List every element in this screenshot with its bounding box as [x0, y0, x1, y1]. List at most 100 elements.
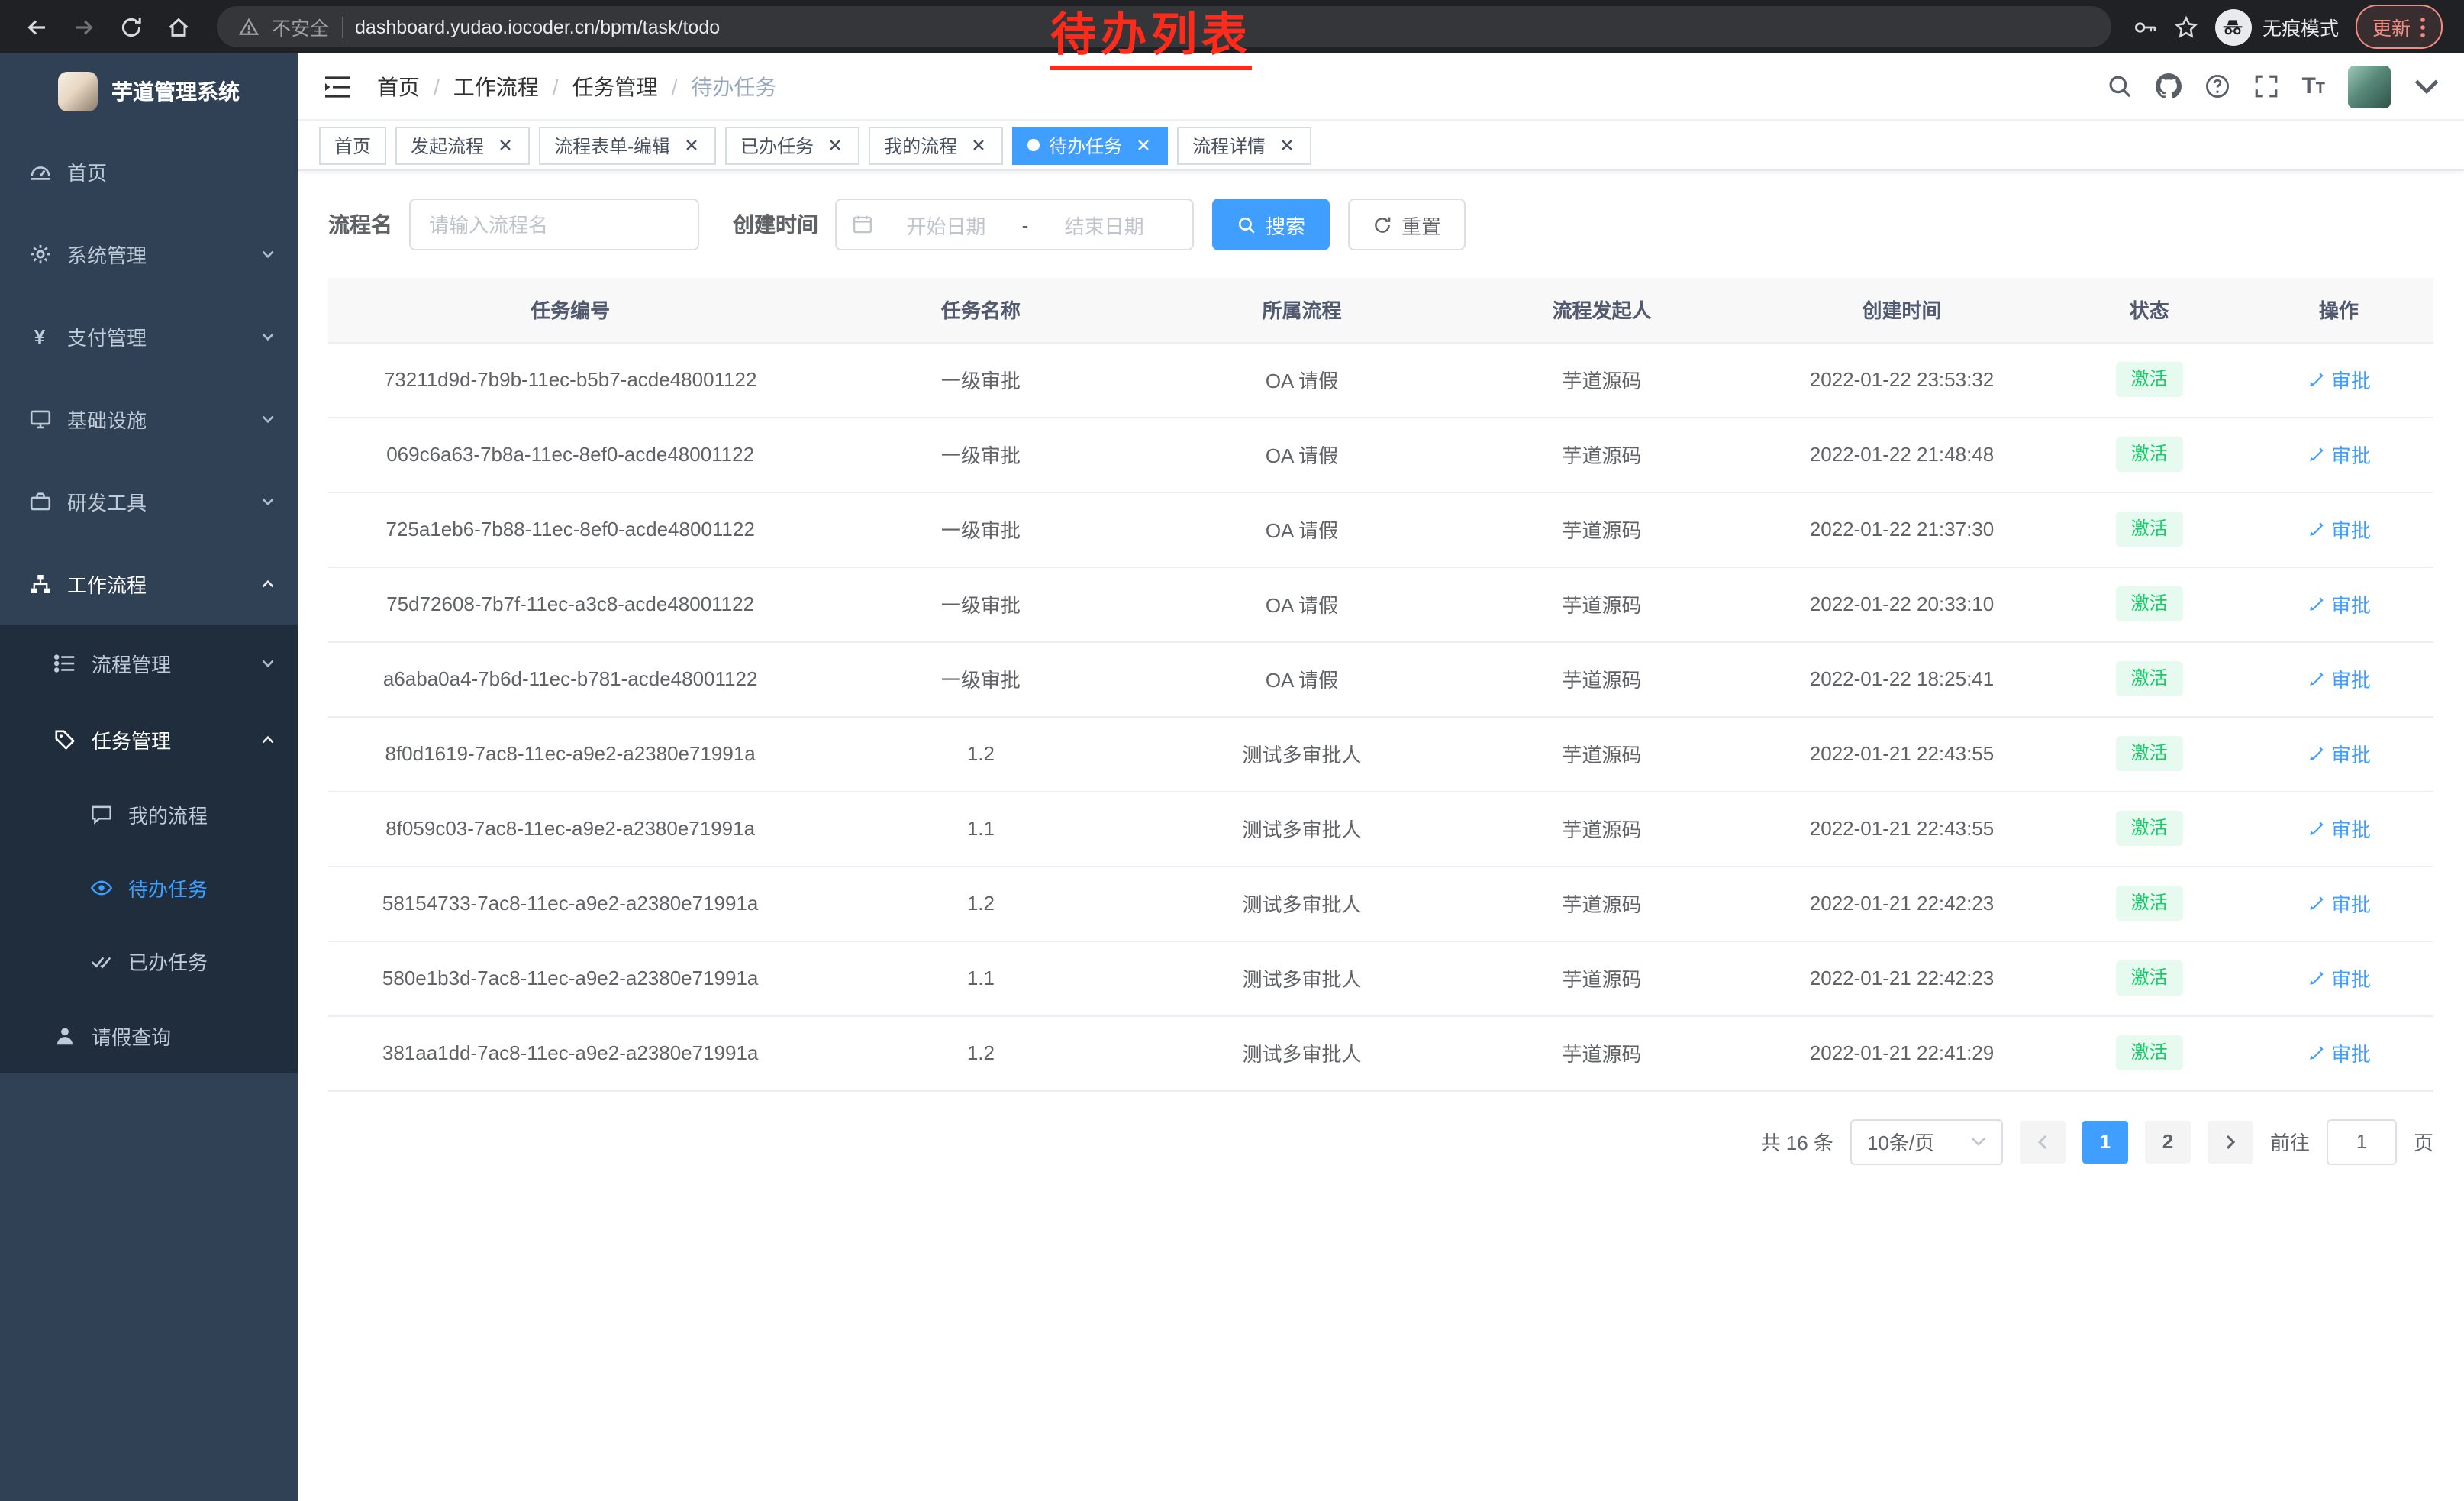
sidebar-item-label: 基础设施: [67, 404, 244, 433]
task-name-cell: 1.2: [812, 716, 1149, 791]
process-name-input[interactable]: [409, 199, 699, 250]
sidebar-item-system[interactable]: 系统管理: [0, 212, 298, 295]
edit-pencil-icon: [2307, 520, 2325, 538]
back-icon[interactable]: [15, 6, 56, 47]
process-cell: OA 请假: [1150, 567, 1455, 641]
sidebar-item-todo-task[interactable]: 待办任务: [0, 851, 298, 924]
approve-link[interactable]: 审批: [2307, 814, 2371, 843]
status-badge: 激活: [2116, 512, 2183, 547]
close-icon[interactable]: [681, 135, 701, 155]
tab-my-process[interactable]: 我的流程: [869, 126, 1003, 164]
sidebar-item-task-mgmt[interactable]: 任务管理: [0, 701, 298, 777]
approve-label: 审批: [2331, 814, 2371, 843]
logo[interactable]: 芋道管理系统: [0, 53, 298, 130]
screen: 不安全 dashboard.yudao.iocoder.cn/bpm/task/…: [0, 0, 2464, 1501]
approve-link[interactable]: 审批: [2307, 440, 2371, 469]
next-page-button[interactable]: [2208, 1120, 2253, 1163]
menu-dots-icon[interactable]: [2420, 16, 2426, 37]
bookmark-star-icon[interactable]: [2174, 15, 2198, 39]
close-icon[interactable]: [1133, 135, 1153, 155]
approve-link[interactable]: 审批: [2307, 515, 2371, 544]
approve-link[interactable]: 审批: [2307, 889, 2371, 918]
breadcrumb-separator: /: [672, 74, 678, 98]
approve-link[interactable]: 审批: [2307, 664, 2371, 693]
sidebar-collapse-icon[interactable]: [322, 71, 353, 102]
close-icon[interactable]: [824, 135, 844, 155]
sidebar: 芋道管理系统 首页 系统管理 ¥ 支付管理: [0, 53, 298, 1501]
close-icon[interactable]: [1276, 135, 1296, 155]
sidebar-item-workflow[interactable]: 工作流程: [0, 542, 298, 625]
starter-cell: 芋道源码: [1454, 567, 1749, 641]
process-cell: 测试多审批人: [1150, 866, 1455, 941]
table-row: 73211d9d-7b9b-11ec-b5b7-acde48001122 一级审…: [328, 342, 2433, 417]
tab-start-process[interactable]: 发起流程: [395, 126, 530, 164]
date-range-picker[interactable]: 开始日期 - 结束日期: [835, 199, 1194, 250]
fullscreen-icon[interactable]: [2253, 73, 2279, 99]
action-cell: 审批: [2244, 941, 2433, 1015]
tab-home[interactable]: 首页: [319, 126, 386, 164]
create-time-cell: 2022-01-22 20:33:10: [1750, 567, 2055, 641]
chevron-up-icon: [260, 731, 276, 747]
task-id-cell: a6aba0a4-7b6d-11ec-b781-acde48001122: [328, 641, 812, 716]
tab-form-edit[interactable]: 流程表单-编辑: [539, 126, 716, 164]
close-icon[interactable]: [495, 135, 514, 155]
sidebar-item-infra[interactable]: 基础设施: [0, 377, 298, 460]
tab-todo-task[interactable]: 待办任务: [1012, 126, 1168, 164]
process-cell: OA 请假: [1150, 641, 1455, 716]
approve-link[interactable]: 审批: [2307, 589, 2371, 618]
help-icon[interactable]: [2204, 73, 2230, 99]
search-icon[interactable]: [2106, 73, 2132, 99]
sidebar-item-devtools[interactable]: 研发工具: [0, 460, 298, 542]
task-id-cell: 73211d9d-7b9b-11ec-b5b7-acde48001122: [328, 342, 812, 417]
sidebar-item-home[interactable]: 首页: [0, 130, 298, 212]
incognito-chip[interactable]: 无痕模式: [2215, 8, 2339, 45]
page-size-value: 10条/页: [1867, 1127, 1934, 1156]
col-task-name: 任务名称: [812, 278, 1149, 342]
page-button-1[interactable]: 1: [2082, 1120, 2128, 1163]
forward-icon[interactable]: [63, 6, 104, 47]
table-row: 8f0d1619-7ac8-11ec-a9e2-a2380e71991a 1.2…: [328, 716, 2433, 791]
sidebar-item-process-mgmt[interactable]: 流程管理: [0, 625, 298, 701]
approve-link[interactable]: 审批: [2307, 964, 2371, 993]
reset-button[interactable]: 重置: [1348, 199, 1466, 250]
breadcrumb-item[interactable]: 工作流程: [453, 71, 539, 102]
goto-page-input[interactable]: [2327, 1118, 2397, 1164]
approve-link[interactable]: 审批: [2307, 365, 2371, 394]
sidebar-item-my-process[interactable]: 我的流程: [0, 777, 298, 851]
tab-process-detail[interactable]: 流程详情: [1177, 126, 1311, 164]
sidebar-item-done-task[interactable]: 已办任务: [0, 924, 298, 997]
url-text: dashboard.yudao.iocoder.cn/bpm/task/todo: [355, 16, 720, 37]
action-cell: 审批: [2244, 791, 2433, 866]
approve-link[interactable]: 审批: [2307, 739, 2371, 768]
refresh-icon: [1372, 215, 1392, 234]
github-icon[interactable]: [2155, 73, 2181, 99]
key-icon[interactable]: [2133, 15, 2157, 39]
main-panel: 首页 / 工作流程 / 任务管理 / 待办任务 TT: [298, 53, 2464, 1501]
prev-page-button[interactable]: [2020, 1120, 2066, 1163]
search-button[interactable]: 搜索: [1212, 199, 1330, 250]
status-badge: 激活: [2116, 1035, 2183, 1070]
close-icon[interactable]: [968, 135, 988, 155]
update-button[interactable]: 更新: [2356, 5, 2443, 49]
approve-label: 审批: [2331, 589, 2371, 618]
approve-link[interactable]: 审批: [2307, 1038, 2371, 1067]
page-size-select[interactable]: 10条/页: [1850, 1118, 2003, 1164]
font-size-icon[interactable]: TT: [2301, 75, 2325, 98]
col-process: 所属流程: [1150, 278, 1455, 342]
breadcrumb-item[interactable]: 任务管理: [572, 71, 658, 102]
user-avatar[interactable]: [2348, 65, 2391, 108]
task-name-cell: 一级审批: [812, 342, 1149, 417]
create-time-label: 创建时间: [733, 209, 818, 240]
table-row: 381aa1dd-7ac8-11ec-a9e2-a2380e71991a 1.2…: [328, 1015, 2433, 1090]
task-id-cell: 8f059c03-7ac8-11ec-a9e2-a2380e71991a: [328, 791, 812, 866]
page-button-2[interactable]: 2: [2145, 1120, 2191, 1163]
caret-down-icon[interactable]: [2414, 73, 2440, 99]
col-starter: 流程发起人: [1454, 278, 1749, 342]
home-icon[interactable]: [157, 6, 198, 47]
sidebar-item-leave-query[interactable]: 请假查询: [0, 997, 298, 1073]
reload-icon[interactable]: [110, 6, 151, 47]
sidebar-item-payment[interactable]: ¥ 支付管理: [0, 295, 298, 377]
tab-done-task[interactable]: 已办任务: [725, 126, 859, 164]
status-cell: 激活: [2054, 716, 2243, 791]
breadcrumb-item[interactable]: 首页: [377, 71, 420, 102]
